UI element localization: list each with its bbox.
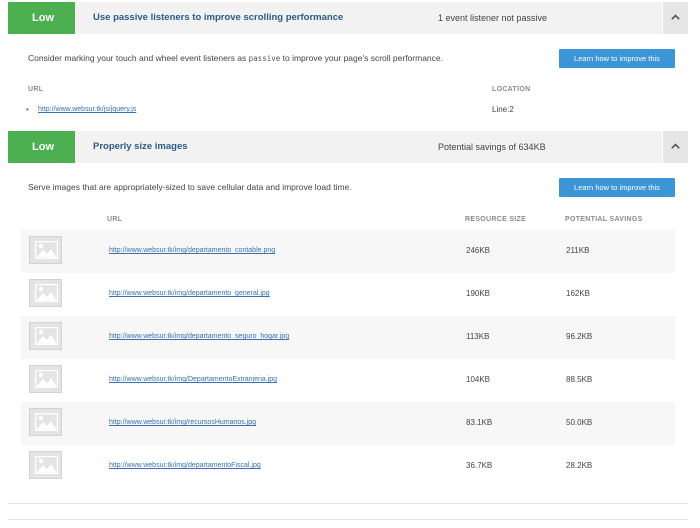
collapse-toggle[interactable] [662,131,688,163]
audit-summary: 1 event listener not passive [438,13,548,23]
chevron-up-icon [671,14,680,20]
image-placeholder-icon [35,456,58,474]
code-passive: passive [248,54,281,63]
resource-link[interactable]: http://www.websur.tk/img/departamento_co… [109,247,275,254]
resource-size: 83.1KB [466,418,493,427]
chevron-up-icon [671,143,680,149]
column-header-potential-savings: POTENTIAL SAVINGS [565,216,643,223]
table-row: http://www.websur.tk/img/recursosHumanos… [21,402,675,445]
audit-passive-listeners: Low Use passive listeners to improve scr… [8,2,688,128]
bullet: • [26,105,29,114]
table-row: http://www.websur.tk/img/departamentoFis… [21,445,675,488]
severity-badge: Low [8,131,75,163]
resource-size: 246KB [466,246,491,255]
section-divider [8,519,688,520]
potential-savings: 211KB [566,246,590,255]
table-row: http://www.websur.tk/img/DepartamentoExt… [21,359,675,402]
table-row: http://www.websur.tk/img/departamento_se… [21,316,675,359]
column-header-resource-size: RESOURCE SIZE [465,216,527,223]
resource-link[interactable]: http://www.websur.tk/js/jquery.js [38,106,136,113]
audit-summary: Potential savings of 634KB [438,142,546,152]
resource-size: 36.7KB [466,461,493,470]
potential-savings: 28.2KB [566,461,593,470]
image-placeholder-icon [35,413,58,431]
resource-link[interactable]: http://www.websur.tk/img/departamento_ge… [109,290,270,297]
collapse-toggle[interactable] [662,2,688,34]
audit-description: Consider marking your touch and wheel ev… [28,53,443,63]
potential-savings: 162KB [566,289,591,298]
column-header-location: LOCATION [492,86,531,93]
image-placeholder-icon [35,284,58,302]
location-value: Line:2 [492,105,514,114]
image-placeholder-icon [35,370,58,388]
column-header-url: URL [107,216,123,223]
table-row: http://www.websur.tk/img/departamento_ge… [21,273,675,316]
potential-savings: 88.5KB [566,375,593,384]
resource-size: 190KB [466,289,491,298]
resource-link[interactable]: http://www.websur.tk/img/recursosHumanos… [109,419,256,426]
learn-more-button[interactable]: Learn how to improve this [559,178,675,197]
learn-more-button[interactable]: Learn how to improve this [559,49,675,68]
resource-link[interactable]: http://www.websur.tk/img/DepartamentoExt… [109,376,277,383]
audit-header[interactable]: Low Use passive listeners to improve scr… [8,2,688,34]
image-thumbnail [29,451,62,479]
resource-link[interactable]: http://www.websur.tk/img/departamento_se… [109,333,289,340]
audit-header[interactable]: Low Properly size images Potential savin… [8,131,688,163]
resource-size: 104KB [466,375,491,384]
image-placeholder-icon [35,241,58,259]
audit-description: Serve images that are appropriately-size… [28,182,352,192]
potential-savings: 96.2KB [566,332,593,341]
table-row: http://www.websur.tk/img/departamento_co… [21,230,675,273]
image-thumbnail [29,236,62,264]
image-thumbnail [29,365,62,393]
audit-title[interactable]: Use passive listeners to improve scrolli… [93,2,343,34]
image-thumbnail [29,279,62,307]
resource-link[interactable]: http://www.websur.tk/img/departamentoFis… [109,462,261,469]
image-thumbnail [29,322,62,350]
column-header-url: URL [28,86,44,93]
list-item: • http://www.websur.tk/js/jquery.js Line… [26,105,666,119]
resource-size: 113KB [466,332,490,341]
severity-badge: Low [8,2,75,34]
audit-title[interactable]: Properly size images [93,131,188,163]
audit-properly-size-images: Low Properly size images Potential savin… [8,131,688,503]
section-divider [8,503,688,504]
potential-savings: 50.0KB [566,418,593,427]
image-placeholder-icon [35,327,58,345]
image-thumbnail [29,408,62,436]
